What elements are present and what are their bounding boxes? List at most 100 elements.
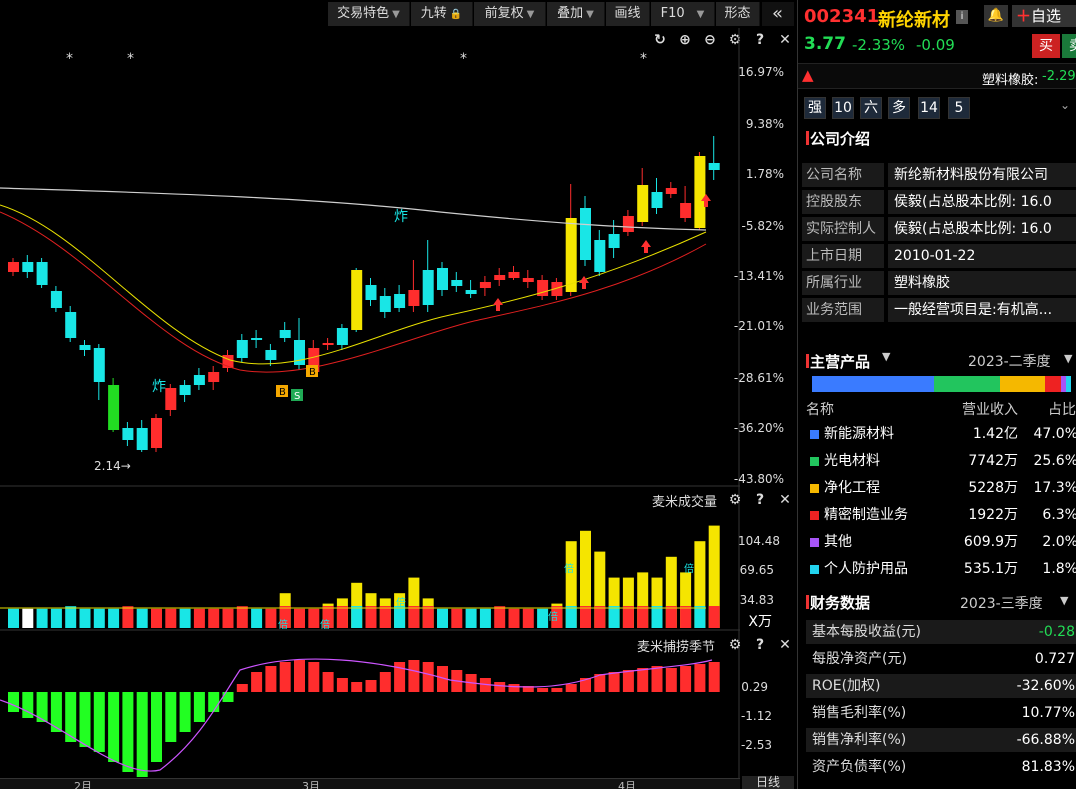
product-row[interactable]: 新能源材料 1.42亿 47.0% — [806, 422, 1076, 446]
volume-bar — [79, 608, 91, 628]
chevron-down-icon[interactable]: ▼ — [1064, 352, 1072, 365]
finance-row[interactable]: 每股净资产(元) 0.727 — [806, 647, 1076, 671]
candle-body — [8, 262, 19, 272]
product-revenue: 535.1万 — [963, 561, 1018, 577]
bell-icon[interactable]: 🔔 — [984, 5, 1008, 27]
products-header-name: 名称 — [806, 402, 834, 418]
indicator-bar — [494, 682, 506, 692]
indicator-bar — [508, 684, 520, 692]
period-button[interactable]: 日线 — [742, 776, 794, 789]
product-row[interactable]: 其他 609.9万 2.0% — [806, 530, 1076, 554]
app-root: 交易特色 ▼ 九转 🔒 前复权 ▼ 叠加 ▼ 画线 F10 ▼ 形态 « ↻ ⊕ ⊖ ⚙ … — [0, 0, 1076, 789]
indicator-bar — [608, 672, 620, 692]
close-icon[interactable]: ✕ — [777, 32, 793, 48]
product-row[interactable]: 光电材料 7742万 25.6% — [806, 449, 1076, 473]
product-share-segment — [1066, 376, 1071, 392]
volume-bar — [8, 608, 19, 628]
candle-body — [251, 338, 263, 340]
product-row[interactable]: 精密制造业务 1922万 6.3% — [806, 503, 1076, 527]
product-share-segment — [1000, 376, 1045, 392]
volume-bar — [165, 608, 177, 628]
buy-button[interactable]: 买 — [1032, 34, 1060, 58]
up-arrow-icon — [493, 298, 503, 311]
volume-bar — [308, 608, 320, 628]
volume-bar-base — [422, 606, 434, 628]
month-label: 4月 — [618, 780, 636, 789]
help-icon[interactable]: ? — [752, 637, 768, 653]
quick-button[interactable]: 六 — [860, 97, 882, 119]
help-icon[interactable]: ? — [752, 492, 768, 508]
help-icon[interactable]: ? — [752, 32, 768, 48]
indicator-bar — [637, 668, 649, 692]
chevron-down-icon[interactable]: ⌄ — [1060, 98, 1070, 112]
products-period[interactable]: 2023-二季度 — [968, 351, 1051, 371]
quick-button[interactable]: 多 — [888, 97, 910, 119]
add-watch-button[interactable]: ＋自选 — [1012, 5, 1076, 27]
finance-value: -32.60% — [1016, 678, 1075, 694]
candle-body — [336, 328, 348, 345]
candle-body — [694, 156, 706, 228]
finance-period[interactable]: 2023-三季度 — [960, 593, 1043, 613]
quick-button[interactable]: 10 — [832, 97, 854, 119]
volume-bar — [93, 608, 105, 628]
candle-body — [665, 188, 677, 194]
indicator-bar — [365, 680, 377, 692]
stock-panel: 002341 新纶新材 i 🔔 ＋自选 3.77 -2.33% -0.09 买 … — [797, 0, 1076, 789]
stock-change: -0.09 — [916, 36, 955, 54]
volume-bar — [22, 608, 34, 628]
close-icon[interactable]: ✕ — [777, 492, 793, 508]
volume-bar-base — [565, 606, 577, 628]
stock-name: 新纶新材 — [878, 10, 950, 31]
quick-button[interactable]: 5 — [948, 97, 970, 119]
warning-icon[interactable]: ▲ — [802, 66, 814, 84]
product-pct: 1.8% — [1042, 561, 1076, 577]
quick-button[interactable]: 14 — [918, 97, 940, 119]
product-name: 新能源材料 — [824, 426, 894, 442]
volume-bar — [508, 608, 520, 628]
volume-bar-base — [680, 606, 692, 628]
collapse-icon[interactable]: « — [762, 2, 794, 26]
finance-row[interactable]: ROE(加权) -32.60% — [806, 674, 1076, 698]
candle-body — [22, 262, 34, 272]
product-pct: 47.0% — [1033, 426, 1076, 442]
candle-body — [637, 185, 649, 222]
finance-row[interactable]: 资产负债率(%) 81.83% — [806, 755, 1076, 779]
product-pct: 17.3% — [1033, 480, 1076, 496]
finance-row[interactable]: 基本每股收益(元) -0.28 — [806, 620, 1076, 644]
finance-value: 10.77% — [1021, 705, 1075, 721]
candle-body — [93, 348, 105, 382]
add-watch-label: 自选 — [1031, 7, 1062, 25]
candle-body — [79, 345, 91, 350]
product-share-segment — [1044, 376, 1062, 392]
product-row[interactable]: 净化工程 5228万 17.3% — [806, 476, 1076, 500]
volume-title: 麦米成交量 — [652, 495, 718, 510]
finance-row[interactable]: 销售毛利率(%) 10.77% — [806, 701, 1076, 725]
volume-bar-base — [608, 606, 620, 628]
company-section-title: 公司介绍 — [805, 130, 871, 148]
finance-row[interactable]: 销售净利率(%) -66.88% — [806, 728, 1076, 752]
gear-icon[interactable]: ⚙ — [727, 492, 743, 508]
close-icon[interactable]: ✕ — [777, 637, 793, 653]
quick-button[interactable]: 强 — [804, 97, 826, 119]
volume-bar-base — [394, 606, 406, 628]
chart-area[interactable]: 交易特色 ▼ 九转 🔒 前复权 ▼ 叠加 ▼ 画线 F10 ▼ 形态 « ↻ ⊕ ⊖ ⚙ … — [0, 0, 796, 789]
product-share-segment — [812, 376, 934, 392]
candle-body — [208, 372, 220, 382]
candle-body — [508, 272, 520, 278]
volume-bar-base — [336, 606, 348, 628]
candle-body — [422, 270, 434, 305]
info-icon[interactable]: i — [956, 10, 968, 24]
indicator-bar — [336, 678, 348, 692]
chevron-down-icon[interactable]: ▼ — [1060, 594, 1068, 607]
candle-body — [365, 285, 377, 300]
indicator-axis-label: -2.53 — [740, 738, 772, 752]
chevron-down-icon[interactable]: ▼ — [882, 350, 890, 363]
indicator-bar — [422, 662, 434, 692]
company-field-label: 业务范围 — [802, 298, 884, 322]
gear-icon[interactable]: ⚙ — [727, 637, 743, 653]
product-row[interactable]: 个人防护用品 535.1万 1.8% — [806, 557, 1076, 581]
sell-button[interactable]: 卖 — [1062, 34, 1076, 58]
indicator-bar — [551, 688, 563, 692]
candle-body — [50, 291, 62, 308]
sell-marker-label: S — [294, 391, 300, 402]
